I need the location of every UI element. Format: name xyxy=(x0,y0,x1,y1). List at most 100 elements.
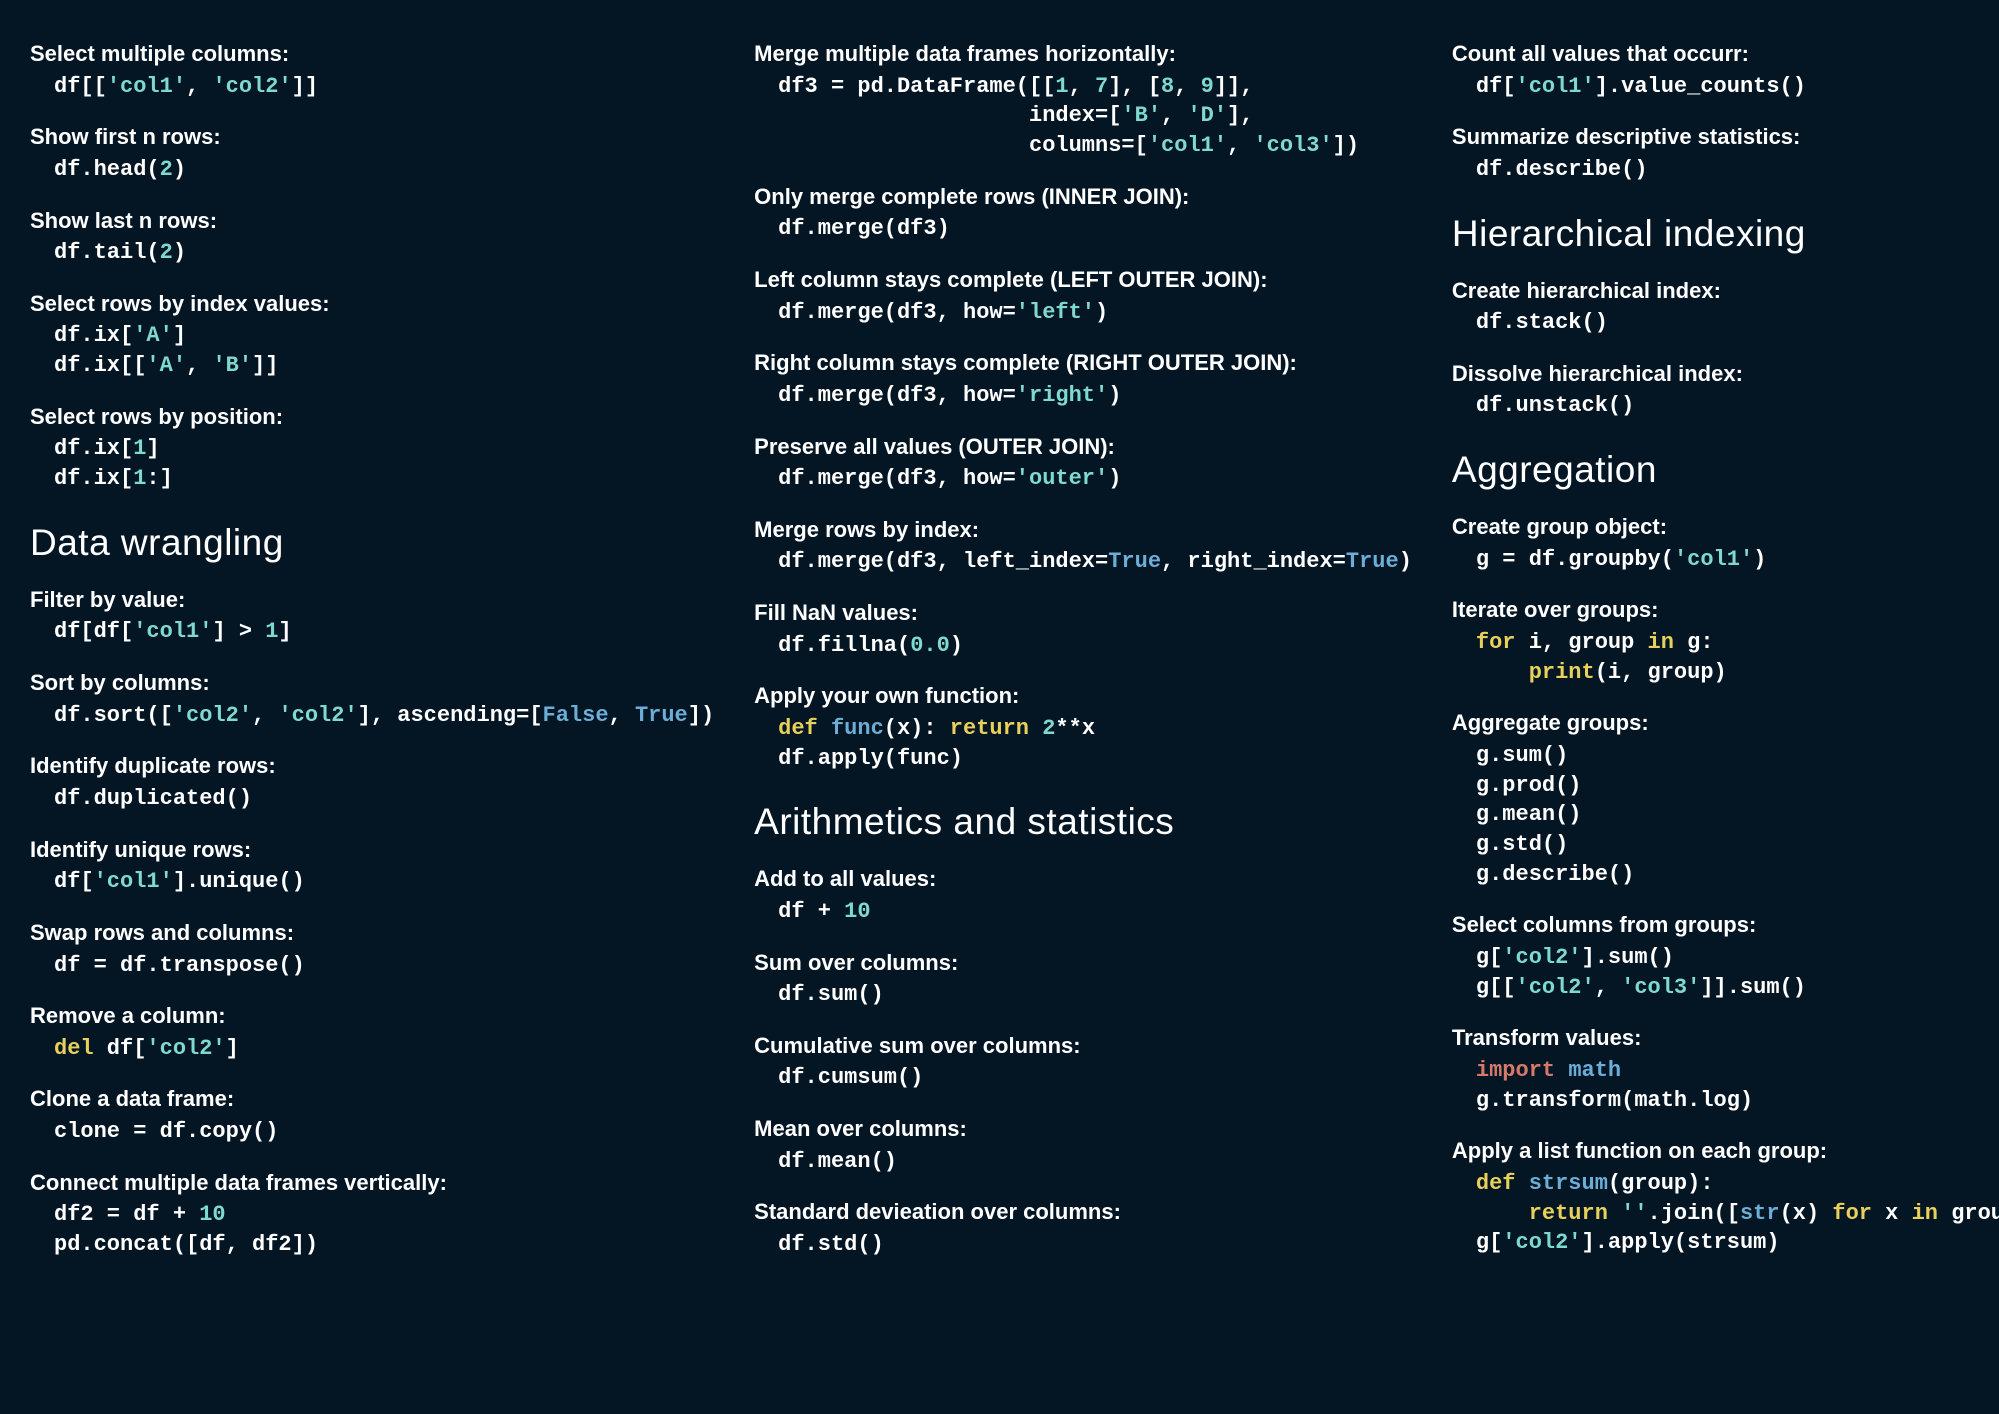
entry-label: Add to all values: xyxy=(754,865,1412,894)
entry-label: Select multiple columns: xyxy=(30,40,714,69)
cheatsheet-entry: Identify duplicate rows: df.duplicated() xyxy=(30,752,714,813)
entry-code: df.describe() xyxy=(1452,155,1999,185)
entry-label: Sort by columns: xyxy=(30,669,714,698)
cheatsheet-entry: Show first n rows: df.head(2) xyxy=(30,123,714,184)
section-heading: Hierarchical indexing xyxy=(1452,213,1999,255)
entry-code: del df['col2'] xyxy=(30,1034,714,1064)
cheatsheet-entry: Merge rows by index:df.merge(df3, left_i… xyxy=(754,516,1412,577)
section-entries: Create group object: g = df.groupby('col1… xyxy=(1452,513,1999,1258)
section-entries: Select multiple columns:df[['col1', 'col… xyxy=(30,40,714,494)
cheatsheet-entry: Fill NaN values: df.fillna(0.0) xyxy=(754,599,1412,660)
column-1: Select multiple columns:df[['col1', 'col… xyxy=(30,40,714,1354)
entry-label: Transform values: xyxy=(1452,1024,1999,1053)
cheatsheet-entry: Select rows by position:df.ix[1] df.ix[1… xyxy=(30,403,714,494)
entry-code: df.cumsum() xyxy=(754,1063,1412,1093)
cheatsheet-entry: Filter by value:df[df['col1'] > 1] xyxy=(30,586,714,647)
entry-label: Merge multiple data frames horizontally: xyxy=(754,40,1412,69)
entry-label: Clone a data frame: xyxy=(30,1085,714,1114)
entry-code: df3 = pd.DataFrame([[1, 7], [8, 9]], ind… xyxy=(754,72,1412,161)
entry-label: Count all values that occurr: xyxy=(1452,40,1999,69)
entry-code: df.duplicated() xyxy=(30,784,714,814)
cheatsheet-entry: Connect multiple data frames vertically:… xyxy=(30,1169,714,1260)
entry-label: Select columns from groups: xyxy=(1452,911,1999,940)
entry-code: df.merge(df3, left_index=True, right_ind… xyxy=(754,547,1412,577)
entry-label: Standard devieation over columns: xyxy=(754,1198,1412,1227)
entry-label: Select rows by position: xyxy=(30,403,714,432)
column-2: Merge multiple data frames horizontally:… xyxy=(754,40,1412,1354)
column-3: Count all values that occurr: df['col1'].… xyxy=(1452,40,1999,1354)
entry-code: df['col1'].value_counts() xyxy=(1452,72,1999,102)
cheatsheet-entry: Select multiple columns:df[['col1', 'col… xyxy=(30,40,714,101)
entry-code: df.sort(['col2', 'col2'], ascending=[Fal… xyxy=(30,701,714,731)
entry-label: Right column stays complete (RIGHT OUTER… xyxy=(754,349,1412,378)
entry-label: Filter by value: xyxy=(30,586,714,615)
entry-label: Connect multiple data frames vertically: xyxy=(30,1169,714,1198)
entry-code: clone = df.copy() xyxy=(30,1117,714,1147)
cheatsheet-entry: Cumulative sum over columns:df.cumsum() xyxy=(754,1032,1412,1093)
cheatsheet-entry: Create group object: g = df.groupby('col1… xyxy=(1452,513,1999,574)
cheatsheet-entry: Count all values that occurr: df['col1'].… xyxy=(1452,40,1999,101)
cheatsheet-entry: Summarize descriptive statistics: df.desc… xyxy=(1452,123,1999,184)
cheatsheet-entry: Select columns from groups:g['col2'].sum… xyxy=(1452,911,1999,1002)
entry-label: Aggregate groups: xyxy=(1452,709,1999,738)
entry-label: Sum over columns: xyxy=(754,949,1412,978)
entry-label: Swap rows and columns: xyxy=(30,919,714,948)
entry-code: df.unstack() xyxy=(1452,391,1999,421)
entry-label: Dissolve hierarchical index: xyxy=(1452,360,1999,389)
entry-code: def func(x): return 2**x df.apply(func) xyxy=(754,714,1412,773)
cheatsheet-entry: Right column stays complete (RIGHT OUTER… xyxy=(754,349,1412,410)
cheatsheet-entry: Merge multiple data frames horizontally:… xyxy=(754,40,1412,161)
cheatsheet-entry: Standard devieation over columns:df.std(… xyxy=(754,1198,1412,1259)
cheatsheet-entry: Swap rows and columns: df = df.transpose(… xyxy=(30,919,714,980)
section-entries: Merge multiple data frames horizontally:… xyxy=(754,40,1412,773)
entry-code: df.fillna(0.0) xyxy=(754,631,1412,661)
entry-code: df.merge(df3) xyxy=(754,214,1412,244)
entry-code: df = df.transpose() xyxy=(30,951,714,981)
entry-label: Mean over columns: xyxy=(754,1115,1412,1144)
entry-label: Fill NaN values: xyxy=(754,599,1412,628)
cheatsheet-entry: Add to all values:df + 10 xyxy=(754,865,1412,926)
entry-label: Create hierarchical index: xyxy=(1452,277,1999,306)
entry-label: Identify unique rows: xyxy=(30,836,714,865)
entry-code: df2 = df + 10 pd.concat([df, df2]) xyxy=(30,1200,714,1259)
entry-label: Identify duplicate rows: xyxy=(30,752,714,781)
entry-code: df[df['col1'] > 1] xyxy=(30,617,714,647)
section-entries: Count all values that occurr: df['col1'].… xyxy=(1452,40,1999,185)
section-heading: Arithmetics and statistics xyxy=(754,801,1412,843)
cheatsheet-entry: Only merge complete rows (INNER JOIN):df… xyxy=(754,183,1412,244)
entry-code: g = df.groupby('col1') xyxy=(1452,545,1999,575)
entry-code: df.ix[1] df.ix[1:] xyxy=(30,434,714,493)
entry-label: Iterate over groups: xyxy=(1452,596,1999,625)
entry-label: Create group object: xyxy=(1452,513,1999,542)
entry-code: df.merge(df3, how='left') xyxy=(754,298,1412,328)
entry-code: import math g.transform(math.log) xyxy=(1452,1056,1999,1115)
entry-code: df.merge(df3, how='outer') xyxy=(754,464,1412,494)
cheatsheet-entry: Apply a list function on each group:def … xyxy=(1452,1137,1999,1258)
section-entries: Filter by value:df[df['col1'] > 1] Sort b… xyxy=(30,586,714,1260)
section-heading: Aggregation xyxy=(1452,449,1999,491)
entry-label: Left column stays complete (LEFT OUTER J… xyxy=(754,266,1412,295)
entry-label: Merge rows by index: xyxy=(754,516,1412,545)
entry-code: df['col1'].unique() xyxy=(30,867,714,897)
entry-code: df.tail(2) xyxy=(30,238,714,268)
entry-code: df.merge(df3, how='right') xyxy=(754,381,1412,411)
entry-label: Preserve all values (OUTER JOIN): xyxy=(754,433,1412,462)
entry-code: df.stack() xyxy=(1452,308,1999,338)
entry-label: Show first n rows: xyxy=(30,123,714,152)
entry-code: df.head(2) xyxy=(30,155,714,185)
entry-code: df.mean() xyxy=(754,1147,1412,1177)
entry-code: df.ix['A'] df.ix[['A', 'B']] xyxy=(30,321,714,380)
cheatsheet-entry: Dissolve hierarchical index:df.unstack() xyxy=(1452,360,1999,421)
cheatsheet-entry: Identify unique rows:df['col1'].unique() xyxy=(30,836,714,897)
entry-label: Summarize descriptive statistics: xyxy=(1452,123,1999,152)
entry-code: g.sum() g.prod() g.mean() g.std() g.desc… xyxy=(1452,741,1999,889)
cheatsheet-entry: Sum over columns:df.sum() xyxy=(754,949,1412,1010)
cheatsheet-entry: Remove a column:del df['col2'] xyxy=(30,1002,714,1063)
cheatsheet-entry: Clone a data frame: clone = df.copy() xyxy=(30,1085,714,1146)
cheatsheet-entry: Transform values: import math g.transform… xyxy=(1452,1024,1999,1115)
cheatsheet-entry: Preserve all values (OUTER JOIN):df.merg… xyxy=(754,433,1412,494)
entry-code: for i, group in g: print(i, group) xyxy=(1452,628,1999,687)
cheatsheet-entry: Sort by columns: df.sort(['col2', 'col2']… xyxy=(30,669,714,730)
cheatsheet-entry: Iterate over groups: for i, group in g: p… xyxy=(1452,596,1999,687)
cheatsheet-entry: Select rows by index values:df.ix['A'] d… xyxy=(30,290,714,381)
